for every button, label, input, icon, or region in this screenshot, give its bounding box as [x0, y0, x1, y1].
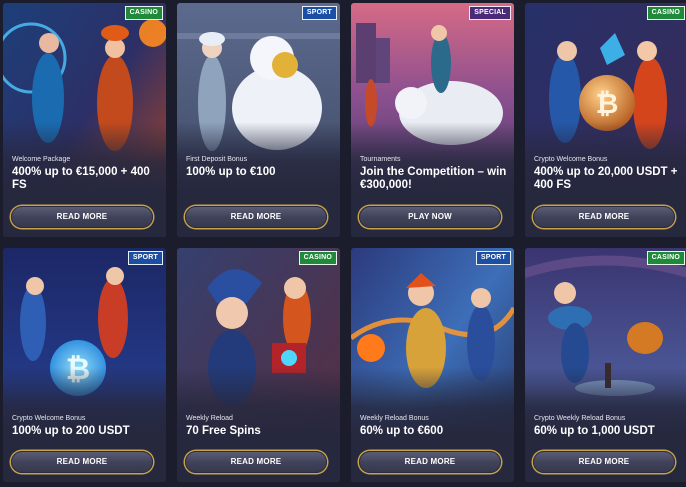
promo-subtitle: Welcome Package: [12, 156, 71, 163]
play-now-button[interactable]: PLAY NOW: [359, 206, 501, 228]
promo-title: 70 Free Spins: [186, 425, 261, 437]
category-badge: CASINO: [646, 6, 685, 20]
promo-subtitle: Crypto Welcome Bonus: [534, 156, 608, 163]
promo-card[interactable]: ₿ CASINO Crypto Welcome Bonus 400% up to…: [525, 3, 686, 237]
promo-card[interactable]: SPORT Weekly Reload Bonus 60% up to €600…: [351, 248, 514, 482]
promo-text: Weekly Reload Bonus 60% up to €600: [360, 414, 508, 438]
read-more-button[interactable]: READ MORE: [11, 206, 153, 228]
promo-card[interactable]: CASINO Crypto Weekly Reload Bonus 60% up…: [525, 248, 686, 482]
promo-title: 100% up to 200 USDT: [12, 425, 130, 437]
read-more-button[interactable]: READ MORE: [359, 451, 501, 473]
read-more-button[interactable]: READ MORE: [533, 451, 675, 473]
promo-subtitle: Crypto Weekly Reload Bonus: [534, 415, 626, 422]
category-badge: SPORT: [475, 251, 511, 265]
promo-text: Weekly Reload 70 Free Spins: [186, 414, 334, 438]
read-more-button[interactable]: READ MORE: [11, 451, 153, 473]
category-badge: SPORT: [301, 6, 337, 20]
promo-title: 100% up to €100: [186, 166, 276, 178]
promo-text: Crypto Welcome Bonus 400% up to 20,000 U…: [534, 155, 682, 192]
promo-card[interactable]: SPECIAL Tournaments Join the Competition…: [351, 3, 514, 237]
category-badge: CASINO: [124, 6, 163, 20]
promo-text: First Deposit Bonus 100% up to €100: [186, 155, 334, 179]
category-badge: CASINO: [646, 251, 685, 265]
read-more-button[interactable]: READ MORE: [185, 451, 327, 473]
promo-subtitle: Weekly Reload Bonus: [360, 415, 429, 422]
promo-text: Tournaments Join the Competition – win €…: [360, 155, 508, 192]
promo-card[interactable]: CASINO Weekly Reload 70 Free Spins READ …: [177, 248, 340, 482]
promotions-grid: CASINO Welcome Package 400% up to €15,00…: [0, 0, 686, 487]
promo-card[interactable]: SPORT First Deposit Bonus 100% up to €10…: [177, 3, 340, 237]
read-more-button[interactable]: READ MORE: [185, 206, 327, 228]
promo-title: 400% up to 20,000 USDT + 400 FS: [534, 166, 678, 191]
category-badge: CASINO: [298, 251, 337, 265]
category-badge: SPORT: [127, 251, 163, 265]
promo-text: Welcome Package 400% up to €15,000 + 400…: [12, 155, 160, 192]
promo-subtitle: Tournaments: [360, 156, 401, 163]
read-more-button[interactable]: READ MORE: [533, 206, 675, 228]
promo-title: 60% up to €600: [360, 425, 444, 437]
promo-subtitle: Weekly Reload: [186, 415, 233, 422]
svg-text:₿: ₿: [596, 87, 619, 120]
promo-card[interactable]: ₿ SPORT Crypto Welcome Bonus 100% up to …: [3, 248, 166, 482]
promo-text: Crypto Welcome Bonus 100% up to 200 USDT: [12, 414, 160, 438]
promo-title: 400% up to €15,000 + 400 FS: [12, 166, 150, 191]
promo-text: Crypto Weekly Reload Bonus 60% up to 1,0…: [534, 414, 682, 438]
promo-title: Join the Competition – win €300,000!: [360, 166, 507, 191]
promo-subtitle: First Deposit Bonus: [186, 156, 248, 163]
promo-card[interactable]: CASINO Welcome Package 400% up to €15,00…: [3, 3, 166, 237]
promo-subtitle: Crypto Welcome Bonus: [12, 415, 86, 422]
category-badge: SPECIAL: [469, 6, 511, 20]
promo-title: 60% up to 1,000 USDT: [534, 425, 655, 437]
